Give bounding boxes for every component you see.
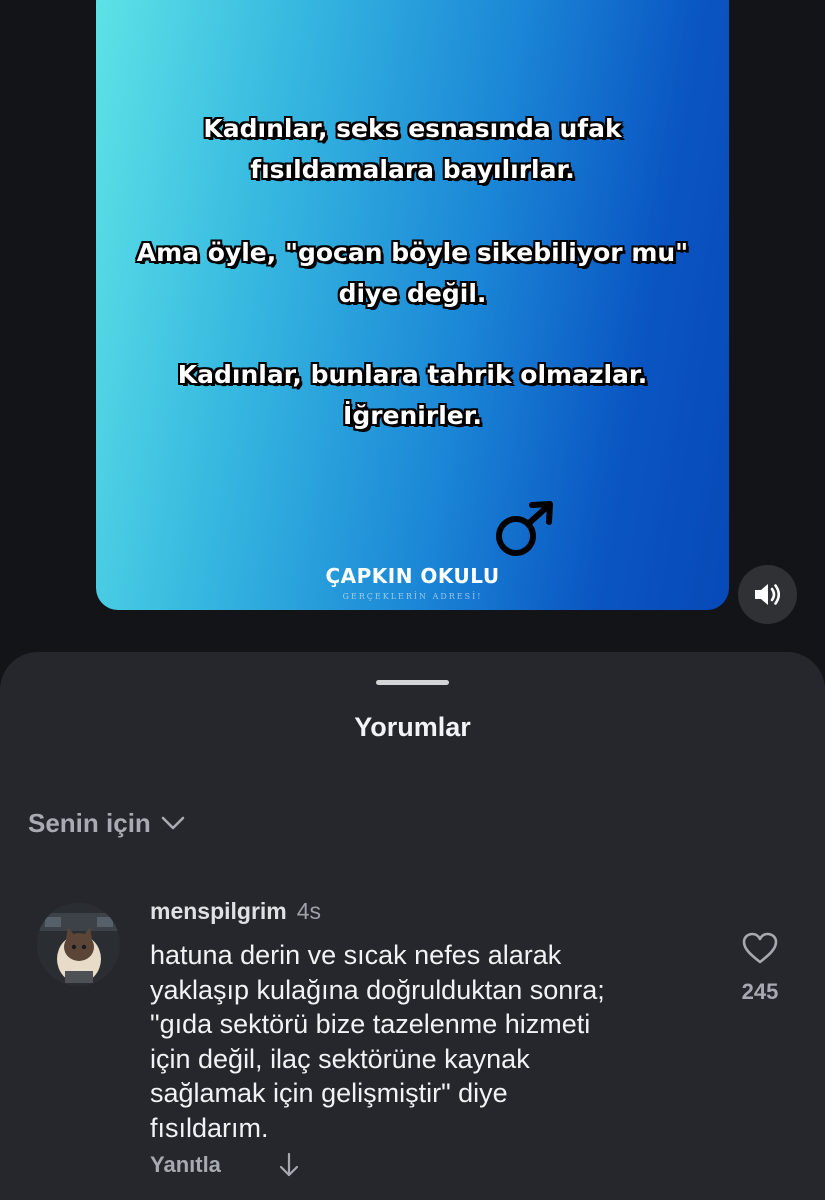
reel-text-line: diye değil. [338, 279, 487, 308]
app-root: Kadınlar, seks esnasında ufak fısıldamal… [0, 0, 825, 1200]
reel-paragraph-2: Ama öyle, "gocan böyle sikebiliyor mu" d… [96, 232, 729, 314]
brand-name: ÇAPKIN OKULU [325, 564, 500, 588]
comment-timestamp: 4s [296, 898, 322, 924]
brand-tagline: GERÇEKLERİN ADRESİ! [342, 592, 483, 601]
reel-text-line: Kadınlar, bunlara tahrik olmazlar. [177, 360, 648, 389]
comment-username[interactable]: menspilgrim [150, 898, 287, 925]
reel-text-line: Ama öyle, "gocan böyle sikebiliyor mu" [136, 238, 689, 267]
reel-text-line: İğrenirler. [343, 401, 482, 430]
comments-sheet: Yorumlar Senin için menspilgrim 4s hatun… [0, 652, 825, 1200]
chevron-down-icon [161, 816, 185, 830]
comment-text: hatuna derin ve sıcak nefes alarak yakla… [150, 938, 710, 1145]
reel-paragraph-3: Kadınlar, bunlara tahrik olmazlar. İğren… [96, 354, 729, 436]
heart-icon[interactable] [741, 931, 779, 965]
comment-text-line: "gıda sektörü bize tazelenme hizmeti [150, 1009, 591, 1039]
reply-button[interactable]: Yanıtla [150, 1152, 221, 1178]
volume-button[interactable] [738, 565, 797, 624]
reel-paragraph-1: Kadınlar, seks esnasında ufak fısıldamal… [96, 108, 729, 190]
comment-text-line: hatuna derin ve sıcak nefes alarak [150, 940, 562, 970]
arrow-down-icon[interactable] [279, 1152, 299, 1178]
avatar-image [37, 903, 120, 986]
sheet-drag-handle[interactable] [376, 680, 449, 685]
comment-text-line: fısıldarım. [150, 1112, 269, 1143]
speaker-icon [755, 584, 781, 605]
comment-header: menspilgrim 4s [150, 898, 321, 925]
filter-label: Senin için [28, 807, 151, 838]
sort-filter-dropdown[interactable]: Senin için [28, 806, 185, 840]
avatar[interactable] [37, 903, 120, 986]
male-symbol-icon [496, 501, 553, 556]
comment-text-line: yaklaşıp kulağına doğrulduktan sonra; [150, 974, 605, 1005]
reel-text-line: fısıldamalara bayılırlar. [250, 155, 575, 184]
sheet-title: Yorumlar [354, 712, 471, 742]
comment-text-line: sağlamak için gelişmiştir" diye [150, 1078, 508, 1108]
reel-image[interactable]: Kadınlar, seks esnasında ufak fısıldamal… [96, 0, 729, 610]
like-count: 245 [741, 979, 779, 1004]
reel-text-line: Kadınlar, seks esnasında ufak [203, 114, 622, 143]
comment-text-line: için değil, ilaç sektörüne kaynak [150, 1043, 530, 1074]
comment-actions: Yanıtla [150, 1152, 299, 1178]
